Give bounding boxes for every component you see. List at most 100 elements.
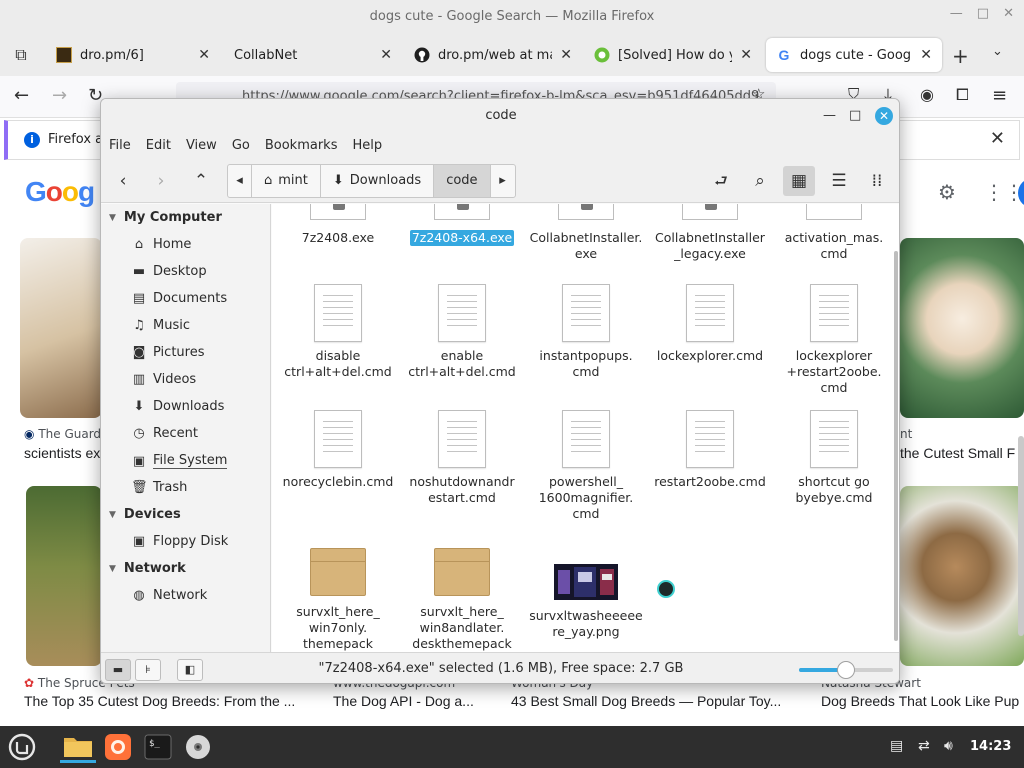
- zoom-slider[interactable]: [799, 661, 893, 679]
- page-scrollbar[interactable]: [1018, 436, 1024, 636]
- file-item[interactable]: survxlt_here_ win7only. themepack: [276, 548, 400, 652]
- result-caption[interactable]: The Top 35 Cutest Dog Breeds: From the .…: [24, 693, 295, 709]
- sidebar-item-pictures[interactable]: ◙ Pictures: [131, 345, 205, 360]
- menu-icon[interactable]: ≡: [992, 85, 1007, 106]
- close-notification-icon[interactable]: ✕: [990, 128, 1005, 149]
- tab-github[interactable]: dro.pm/web at mas ✕: [404, 38, 582, 72]
- file-item[interactable]: powershell_ 1600magnifier. cmd: [524, 410, 648, 522]
- file-item[interactable]: enable ctrl+alt+del.cmd: [400, 284, 524, 380]
- forward-icon[interactable]: →: [52, 85, 67, 106]
- settings-gear-icon[interactable]: ⚙: [938, 180, 956, 204]
- up-icon[interactable]: ⌃: [185, 166, 217, 196]
- files-launcher-icon[interactable]: [60, 731, 96, 763]
- network-status-icon[interactable]: ⇄: [918, 738, 930, 754]
- breadcrumb-downloads[interactable]: ⬇ Downloads: [321, 165, 435, 197]
- close-icon[interactable]: ✕: [1003, 6, 1014, 21]
- dog-image[interactable]: [20, 238, 102, 418]
- sidebar-item-videos[interactable]: ▥ Videos: [131, 372, 196, 387]
- sidebar-item-network[interactable]: ◍ Network: [131, 588, 207, 603]
- file-item[interactable]: noshutdownandr estart.cmd: [400, 410, 524, 506]
- file-item[interactable]: lockexplorer +restart2oobe. cmd: [772, 284, 896, 396]
- tab-close-icon[interactable]: ✕: [740, 47, 752, 63]
- tab-close-icon[interactable]: ✕: [920, 47, 932, 63]
- file-item[interactable]: survxlt_here_ win8andlater. deskthemepac…: [400, 548, 524, 652]
- disc-launcher-icon[interactable]: [182, 731, 214, 763]
- notes-icon[interactable]: ▤: [890, 738, 903, 754]
- menu-help[interactable]: Help: [352, 133, 391, 159]
- sidebar-section-devices[interactable]: ▼ Devices: [109, 507, 181, 522]
- zoom-slider-handle[interactable]: [837, 661, 855, 679]
- breadcrumb-left-arrow-icon[interactable]: ◂: [228, 165, 252, 197]
- maximize-icon[interactable]: □: [977, 6, 989, 21]
- extensions-icon[interactable]: ⧠: [956, 85, 969, 105]
- tab-close-icon[interactable]: ✕: [198, 47, 210, 63]
- list-view-icon[interactable]: ☰: [823, 166, 855, 196]
- result-caption[interactable]: The Dog API - Dog a...: [333, 693, 474, 709]
- file-item[interactable]: activation_mas. cmd: [772, 204, 896, 262]
- back-icon[interactable]: ←: [14, 85, 29, 106]
- icon-view-icon[interactable]: ▦: [783, 166, 815, 196]
- file-item-selected[interactable]: 7z2408-x64.exe: [400, 204, 524, 246]
- list-all-tabs-icon[interactable]: ⧉: [8, 42, 34, 68]
- sidebar-item-trash[interactable]: 🗑︎ Trash: [131, 480, 187, 495]
- menu-go[interactable]: Go: [232, 133, 259, 159]
- mint-menu-icon[interactable]: [6, 731, 38, 763]
- maximize-icon[interactable]: □: [849, 108, 861, 123]
- tab-close-icon[interactable]: ✕: [560, 47, 572, 63]
- result-caption[interactable]: scientists ex: [24, 445, 100, 461]
- sidebar-section-network[interactable]: ▼ Network: [109, 561, 186, 576]
- file-item[interactable]: instantpopups. cmd: [524, 284, 648, 380]
- breadcrumb-right-arrow-icon[interactable]: ▸: [491, 165, 515, 197]
- dog-image[interactable]: [900, 486, 1024, 666]
- firefox-launcher-icon[interactable]: [102, 731, 134, 763]
- tab-dropm[interactable]: dro.pm/6] ✕: [46, 38, 220, 72]
- terminal-launcher-icon[interactable]: $_: [142, 731, 174, 763]
- breadcrumb-mint[interactable]: ⌂ mint: [252, 165, 321, 197]
- tab-solved[interactable]: [Solved] How do you ✕: [584, 38, 762, 72]
- close-icon[interactable]: ✕: [875, 107, 893, 125]
- result-caption[interactable]: Dog Breeds That Look Like Pup: [821, 693, 1019, 709]
- sidebar-item-documents[interactable]: ▤ Documents: [131, 291, 227, 306]
- file-item[interactable]: 7z2408.exe: [276, 204, 400, 246]
- tab-google-search[interactable]: G dogs cute - Google S ✕: [766, 38, 942, 72]
- sidebar-section-my-computer[interactable]: ▼ My Computer: [109, 210, 222, 225]
- result-caption[interactable]: the Cutest Small F: [900, 445, 1015, 461]
- sidebar-item-downloads[interactable]: ⬇ Downloads: [131, 399, 225, 414]
- file-item[interactable]: CollabnetInstaller. exe: [524, 204, 648, 262]
- dog-image[interactable]: [26, 486, 102, 666]
- sidebar-item-music[interactable]: ♫ Music: [131, 318, 190, 333]
- menu-bookmarks[interactable]: Bookmarks: [265, 133, 347, 159]
- compact-view-icon[interactable]: ⁞⁞: [861, 166, 893, 196]
- tab-collabnet[interactable]: CollabNet ✕: [224, 38, 402, 72]
- sidebar-item-home[interactable]: ⌂ Home: [131, 237, 192, 252]
- sidebar-item-file-system[interactable]: ▣ File System: [131, 453, 228, 469]
- minimize-icon[interactable]: —: [823, 108, 836, 123]
- search-icon[interactable]: ⌕: [744, 166, 776, 196]
- file-item[interactable]: lockexplorer.cmd: [648, 284, 772, 364]
- result-caption[interactable]: 43 Best Small Dog Breeds — Popular Toy..…: [511, 693, 781, 709]
- back-icon[interactable]: ‹: [107, 166, 139, 196]
- file-item[interactable]: norecyclebin.cmd: [276, 410, 400, 490]
- account-icon[interactable]: ◉: [920, 85, 934, 104]
- breadcrumb-code[interactable]: code: [434, 165, 491, 197]
- file-view[interactable]: 7z2408.exe 7z2408-x64.exe CollabnetInsta…: [272, 204, 899, 652]
- menu-view[interactable]: View: [186, 133, 226, 159]
- sidebar-item-desktop[interactable]: ▬ Desktop: [131, 264, 207, 279]
- minimize-icon[interactable]: —: [950, 6, 963, 21]
- file-view-scrollbar[interactable]: [894, 251, 898, 641]
- location-toggle-icon[interactable]: ⮐: [705, 166, 737, 196]
- new-tab-icon[interactable]: +: [952, 44, 969, 68]
- chevron-down-icon[interactable]: ⌄: [992, 44, 1003, 59]
- file-item[interactable]: CollabnetInstaller _legacy.exe: [648, 204, 772, 262]
- clock[interactable]: 14:23: [970, 739, 1011, 754]
- file-item[interactable]: disable ctrl+alt+del.cmd: [276, 284, 400, 380]
- file-manager-titlebar[interactable]: code — □ ✕: [101, 99, 899, 133]
- file-item[interactable]: shortcut go byebye.cmd: [772, 410, 896, 506]
- forward-icon[interactable]: ›: [145, 166, 177, 196]
- file-item[interactable]: survxltwasheeeee re_yay.png: [524, 564, 648, 640]
- sidebar-item-floppy-disk[interactable]: ▣ Floppy Disk: [131, 534, 228, 549]
- tab-close-icon[interactable]: ✕: [380, 47, 392, 63]
- file-item[interactable]: restart2oobe.cmd: [648, 410, 772, 490]
- sidebar-item-recent[interactable]: ◷ Recent: [131, 426, 198, 441]
- volume-icon[interactable]: 🔊︎: [944, 738, 953, 754]
